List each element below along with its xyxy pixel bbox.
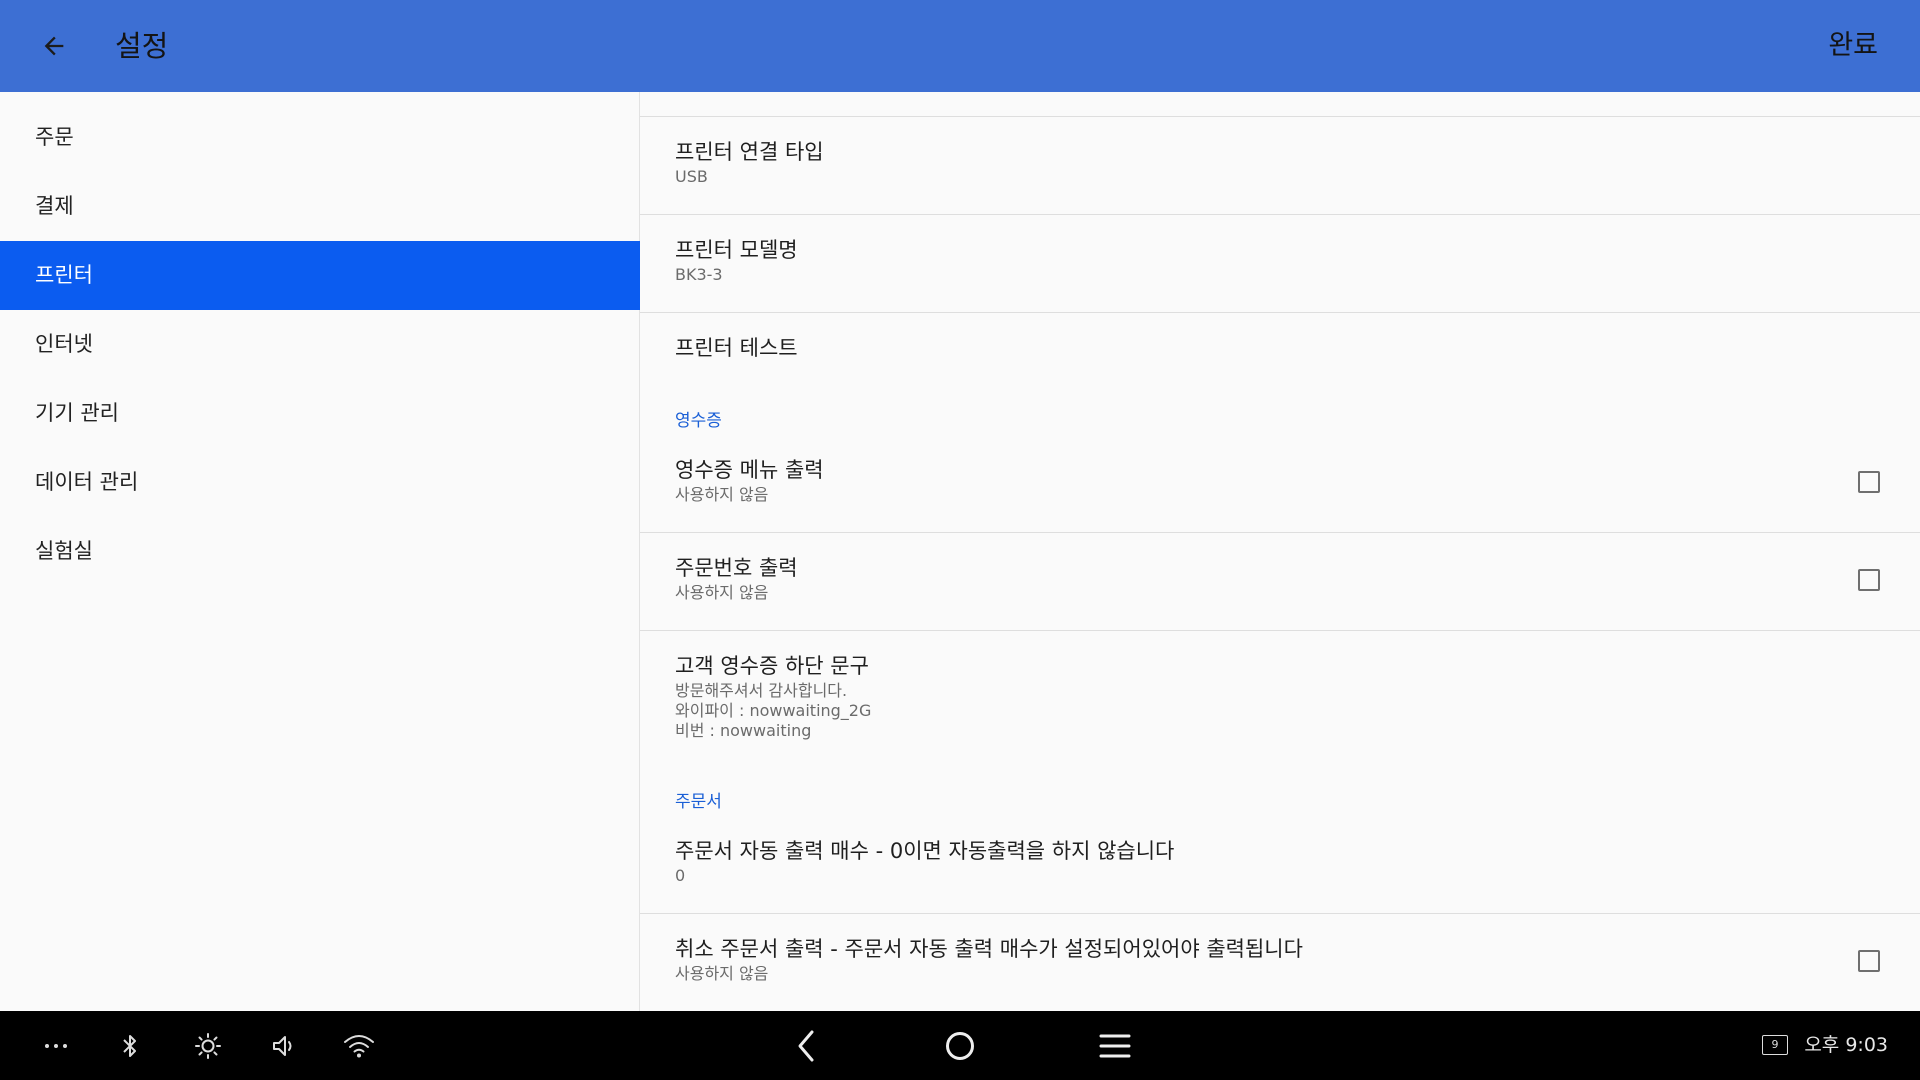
- order-sheet-category-header: 주문서: [675, 792, 722, 812]
- pref-title: 프린터 테스트: [675, 336, 798, 360]
- pref-summary: 0: [675, 866, 686, 885]
- status-clock: 오후 9:03: [1804, 1034, 1888, 1056]
- pref-summary: BK3-3: [675, 265, 723, 284]
- pref-title: 취소 주문서 출력 - 주문서 자동 출력 매수가 설정되어있어야 출력됩니다: [675, 937, 1303, 961]
- cancel-order-print-pref[interactable]: 취소 주문서 출력 - 주문서 자동 출력 매수가 설정되어있어야 출력됩니다 …: [640, 935, 1920, 984]
- sidebar-item-order[interactable]: 주문: [0, 103, 640, 172]
- pref-title: 주문번호 출력: [675, 556, 798, 580]
- order-number-print-pref[interactable]: 주문번호 출력 사용하지 않음: [640, 554, 1920, 603]
- printer-connection-type-pref[interactable]: 프린터 연결 타입 USB: [640, 138, 1920, 187]
- printer-model-pref[interactable]: 프린터 모델명 BK3-3: [640, 236, 1920, 285]
- sidebar-item-data-management[interactable]: 데이터 관리: [0, 448, 640, 517]
- cancel-order-print-checkbox[interactable]: [1858, 950, 1880, 972]
- sidebar-item-payment[interactable]: 결제: [0, 172, 640, 241]
- sidebar-item-device-management[interactable]: 기기 관리: [0, 379, 640, 448]
- settings-sidebar: 주문 결제 프린터 인터넷 기기 관리 데이터 관리 실험실: [0, 92, 640, 1011]
- volume-icon[interactable]: [266, 1011, 302, 1080]
- more-icon[interactable]: [38, 1011, 74, 1080]
- pref-title: 주문서 자동 출력 매수 - 0이면 자동출력을 하지 않습니다: [675, 839, 1175, 863]
- nav-menu-icon[interactable]: [1095, 1011, 1135, 1080]
- divider: [640, 630, 1920, 631]
- pref-title: 고객 영수증 하단 문구: [675, 654, 869, 678]
- nav-home-icon[interactable]: [940, 1011, 980, 1080]
- order-auto-print-count-pref[interactable]: 주문서 자동 출력 매수 - 0이면 자동출력을 하지 않습니다 0: [640, 837, 1920, 886]
- receipt-menu-print-checkbox[interactable]: [1858, 471, 1880, 493]
- system-nav-bar: 9 오후 9:03: [0, 1011, 1920, 1080]
- pref-title: 프린터 연결 타입: [675, 140, 824, 164]
- brightness-icon[interactable]: [190, 1011, 226, 1080]
- back-arrow-icon[interactable]: [36, 28, 72, 64]
- pref-summary: 사용하지 않음: [675, 485, 769, 504]
- nav-back-icon[interactable]: [786, 1011, 826, 1080]
- divider: [640, 913, 1920, 914]
- divider: [640, 116, 1920, 117]
- page-title: 설정: [115, 29, 169, 63]
- pref-summary: 사용하지 않음: [675, 964, 769, 983]
- receipt-footer-text-pref[interactable]: 고객 영수증 하단 문구 방문해주셔서 감사합니다. 와이파이 : nowwai…: [640, 652, 1920, 741]
- pref-title: 영수증 메뉴 출력: [675, 458, 824, 482]
- done-button[interactable]: 완료: [1828, 24, 1878, 68]
- notification-badge[interactable]: 9: [1762, 1035, 1788, 1055]
- pref-summary: USB: [675, 167, 708, 186]
- preference-list: 프린터 연결 타입 USB 프린터 모델명 BK3-3 프린터 테스트 영수증 …: [640, 92, 1920, 1011]
- sidebar-item-lab[interactable]: 실험실: [0, 517, 640, 586]
- printer-test-pref[interactable]: 프린터 테스트: [640, 334, 1920, 362]
- divider: [640, 532, 1920, 533]
- order-number-print-checkbox[interactable]: [1858, 569, 1880, 591]
- app-bar: 설정 완료: [0, 0, 1920, 92]
- pref-summary: 방문해주셔서 감사합니다. 와이파이 : nowwaiting_2G 비번 : …: [675, 681, 872, 740]
- sidebar-item-printer[interactable]: 프린터: [0, 241, 640, 310]
- divider: [640, 214, 1920, 215]
- divider: [640, 312, 1920, 313]
- receipt-menu-print-pref[interactable]: 영수증 메뉴 출력 사용하지 않음: [640, 456, 1920, 505]
- pref-title: 프린터 모델명: [675, 238, 798, 262]
- receipt-category-header: 영수증: [675, 411, 722, 431]
- bluetooth-icon[interactable]: [114, 1011, 146, 1080]
- sidebar-item-internet[interactable]: 인터넷: [0, 310, 640, 379]
- pref-summary: 사용하지 않음: [675, 583, 769, 602]
- wifi-icon[interactable]: [340, 1011, 378, 1080]
